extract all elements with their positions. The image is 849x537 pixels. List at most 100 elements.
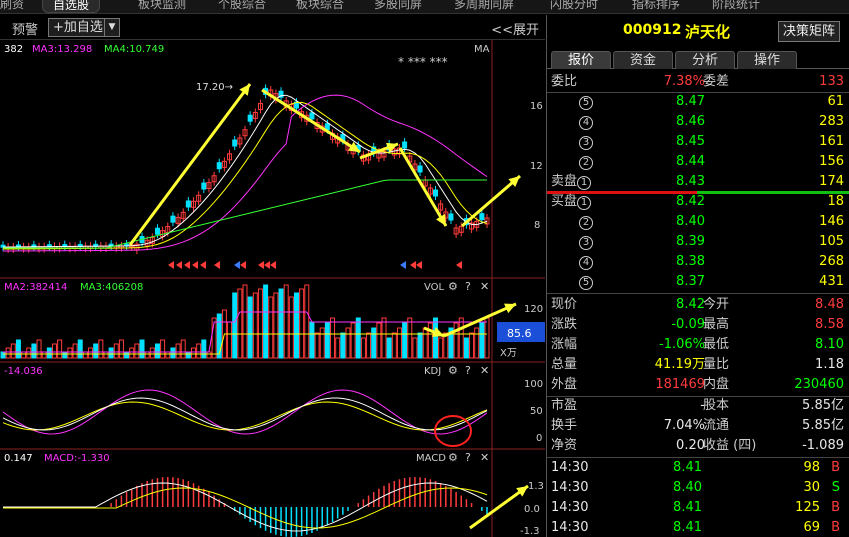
ma-legend-4: MA4:10.749 (104, 44, 164, 55)
tab-analysis[interactable]: 分析 (675, 51, 735, 69)
peak-price-label: 17.20→ (196, 82, 233, 93)
candle-body (433, 189, 439, 197)
buy-level-row[interactable]: 3 8.39 105 (547, 232, 849, 252)
sell-level-row[interactable]: 2 8.44 156 (547, 152, 849, 172)
trade-row[interactable]: 14:30 8.41 98 B (547, 458, 849, 478)
highlight-circle (434, 415, 472, 447)
volume-bar (31, 343, 37, 359)
level-badge: 2 (579, 216, 593, 230)
trade-side: S (831, 480, 840, 495)
signal-marker (264, 261, 270, 269)
trade-price: 8.41 (673, 460, 702, 475)
sell-level-row[interactable]: 5 8.47 61 (547, 92, 849, 112)
total-label: 总量 (551, 357, 578, 372)
chart-canvas[interactable]: 382 MA3:13.298 MA4:10.749 MA * *** *** 1… (0, 40, 545, 537)
turnover-label: 换手 (551, 418, 578, 433)
trade-volume: 30 (803, 480, 820, 495)
volume-bar (438, 337, 444, 359)
price-tick: 8 (534, 220, 540, 231)
nav-tab[interactable]: 个股综合 (218, 0, 266, 13)
signal-marker (410, 261, 416, 269)
ratio-value: 7.38% (663, 74, 705, 89)
sell-level-row[interactable]: 4 8.46 283 (547, 112, 849, 132)
volume-bar (273, 292, 279, 359)
kdj-legend: -14.036 (4, 366, 43, 377)
volume-bar (340, 332, 346, 359)
help-icon[interactable]: ? (465, 364, 471, 377)
order-ratio-row: 委比 7.38% 委差 133 (547, 72, 849, 92)
close-icon[interactable]: ✕ (480, 280, 489, 293)
high-price: 8.58 (815, 317, 844, 332)
volume-bar (376, 322, 382, 359)
volume-bar (330, 317, 336, 359)
tab-operation[interactable]: 操作 (737, 51, 797, 69)
close-icon[interactable]: ✕ (480, 364, 489, 377)
nav-value: 0.20 (676, 438, 705, 453)
nav-tab[interactable]: 多周期同屏 (454, 0, 514, 13)
ma-legend-1: 382 (4, 44, 23, 55)
tab-funds[interactable]: 资金 (613, 51, 673, 69)
level-badge: 5 (579, 96, 593, 110)
buy-price: 8.38 (676, 254, 705, 269)
trade-row[interactable]: 14:30 8.40 30 S (547, 478, 849, 498)
nav-tab-watchlist[interactable]: 自选股 (42, 0, 101, 13)
kline-chart[interactable]: 382 MA3:13.298 MA4:10.749 MA * *** *** 1… (0, 40, 545, 537)
volume-bar (46, 347, 52, 359)
tab-quote[interactable]: 报价 (551, 51, 611, 69)
float-label: 流通 (703, 418, 730, 433)
nav-tab[interactable]: 多股同屏 (374, 0, 422, 13)
nav-tab[interactable]: 闪股分时 (550, 0, 598, 13)
volume-bar (26, 347, 32, 359)
help-icon[interactable]: ? (465, 451, 471, 464)
buy-level-row[interactable]: 买盘 1 8.42 18 (547, 192, 849, 212)
nav-tab[interactable]: 板块监测 (138, 0, 186, 13)
sell-price: 8.45 (676, 134, 705, 149)
gear-icon[interactable]: ⚙ (448, 364, 458, 377)
chevron-down-icon[interactable]: ▼ (104, 18, 120, 37)
buy-level-row[interactable]: 2 8.40 146 (547, 212, 849, 232)
gear-icon[interactable]: ⚙ (448, 451, 458, 464)
trade-volume: 125 (795, 500, 820, 515)
quote-row: 现价 8.42 今开 8.48 (547, 295, 849, 315)
nav-tab[interactable]: 板块综合 (296, 0, 344, 13)
decision-matrix-button[interactable]: 决策矩阵 (778, 21, 841, 42)
inner-label: 内盘 (703, 377, 730, 392)
nav-tab[interactable]: 指标排序 (632, 0, 680, 13)
volume-bar (170, 347, 176, 359)
level-badge: 3 (579, 136, 593, 150)
sell-level-row[interactable]: 卖盘 1 8.43 174 (547, 172, 849, 192)
help-icon[interactable]: ? (465, 280, 471, 293)
gear-icon[interactable]: ⚙ (448, 280, 458, 293)
buy-price: 8.39 (676, 234, 705, 249)
trade-row[interactable]: 14:30 8.41 69 B (547, 518, 849, 537)
nav-tab[interactable]: 阶段统计 (712, 0, 760, 13)
trade-side: B (831, 460, 840, 475)
kdj-d-line (2, 401, 488, 431)
nav-tab[interactable]: 刷资 (0, 0, 24, 13)
open-price: 8.48 (815, 297, 844, 312)
volume-bar (381, 317, 387, 359)
expand-button[interactable]: <<展开 (491, 19, 539, 38)
macd-legend-diff: 0.147 (4, 453, 33, 464)
volume-bar (201, 339, 207, 359)
signal-marker (176, 261, 182, 269)
add-watchlist-button[interactable]: +加自选 (48, 18, 108, 37)
buy-level-row[interactable]: 4 8.38 268 (547, 252, 849, 272)
volume-bar (134, 343, 140, 359)
volume-bar (345, 327, 351, 359)
kdj-tick: 50 (530, 406, 543, 417)
volume-bar (124, 351, 130, 359)
close-icon[interactable]: ✕ (480, 451, 489, 464)
volume-bar (350, 322, 356, 359)
volume-bar (268, 296, 274, 359)
buy-level-row[interactable]: 5 8.37 431 (547, 272, 849, 292)
price-tick: 12 (530, 161, 543, 172)
volume-bar (263, 284, 269, 359)
sell-level-row[interactable]: 3 8.45 161 (547, 132, 849, 152)
volume-bar (257, 288, 263, 359)
macd-tick: -1.3 (520, 526, 540, 537)
level-badge: 1 (577, 176, 592, 190)
sell-price: 8.43 (676, 174, 705, 189)
warn-button[interactable]: 预警 (12, 19, 38, 38)
trade-row[interactable]: 14:30 8.41 125 B (547, 498, 849, 518)
